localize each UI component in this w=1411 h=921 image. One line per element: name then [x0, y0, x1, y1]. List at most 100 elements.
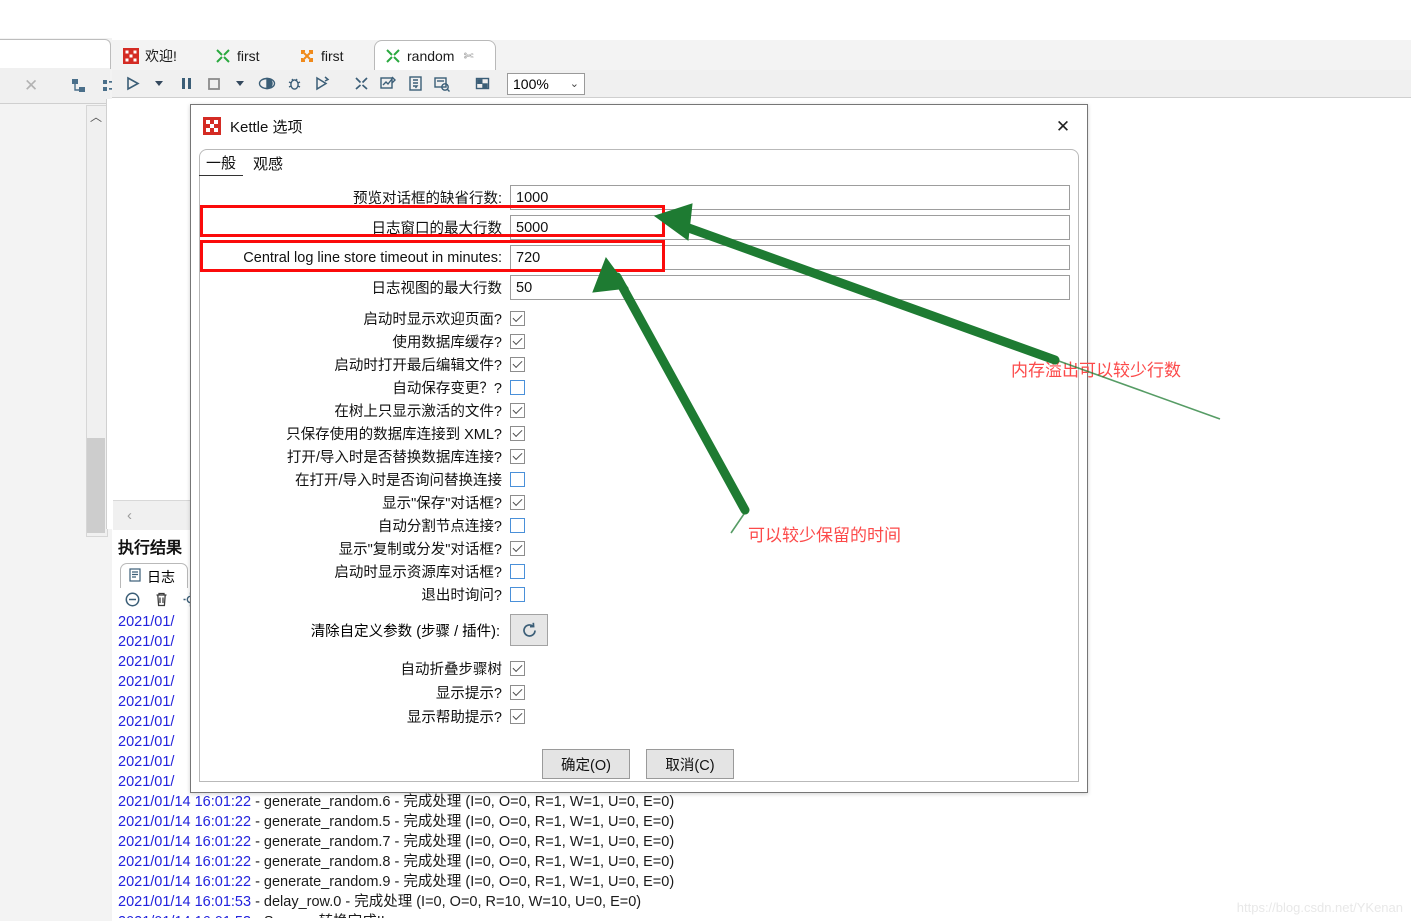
left-panel-toolbar: ✕	[0, 68, 120, 104]
checkbox-auto-save-changes[interactable]	[510, 380, 525, 395]
checkbox-row: 启动时打开最后编辑文件?	[200, 353, 1078, 376]
replay-button[interactable]	[309, 73, 333, 95]
zoom-select[interactable]: 100% ⌄	[507, 72, 585, 95]
window-top-strip	[0, 0, 1411, 39]
checkbox-replace-db-connections-on-open[interactable]	[510, 449, 525, 464]
kettle-logo-icon	[203, 117, 221, 135]
checkbox-label: 启动时打开最后编辑文件?	[334, 358, 502, 374]
checkbox-row: 显示帮助提示?	[200, 705, 1078, 728]
field-label: 日志视图的最大行数	[371, 281, 503, 297]
transformation-icon	[215, 48, 231, 64]
checkbox-auto-collapse-step-tree[interactable]	[510, 661, 525, 676]
annotation-memory-overflow: 内存溢出可以较少行数	[1011, 361, 1181, 380]
log-line: 2021/01/14 16:01:22 - generate_random.6 …	[118, 794, 675, 810]
dialog-body: 预览对话框的缺省行数: 1000 日志窗口的最大行数 5000 Central …	[199, 176, 1079, 782]
checkbox-label: 显示"复制或分发"对话框?	[338, 542, 502, 558]
clear-log-button[interactable]	[124, 591, 141, 611]
checkbox-row: 显示提示?	[200, 681, 1078, 704]
checkbox-label: 退出时询问?	[421, 588, 502, 604]
reset-custom-parameters-label: 清除自定义参数 (步骤 / 插件):	[310, 623, 500, 640]
editor-tab-first-transformation[interactable]: first	[204, 40, 288, 70]
sql-button[interactable]	[403, 73, 427, 95]
checkbox-show-welcome-on-startup[interactable]	[510, 311, 525, 326]
debug-button[interactable]	[282, 73, 306, 95]
checkbox-row: 自动保存变更？?	[200, 376, 1078, 399]
checkbox-ask-on-exit[interactable]	[510, 587, 525, 602]
editor-tab-bar: 欢迎! first first random ✄	[112, 40, 1411, 71]
checkbox-label: 启动时显示欢迎页面?	[363, 312, 502, 328]
run-dropdown-caret[interactable]	[147, 73, 171, 95]
checkbox-label: 显示提示?	[435, 686, 502, 702]
close-icon[interactable]: ✕	[24, 76, 38, 96]
checkbox-ask-replace-connections-on-open[interactable]	[510, 472, 525, 487]
stop-button[interactable]	[201, 73, 225, 95]
annotation-retention-time: 可以较少保留的时间	[748, 526, 901, 545]
stop-dropdown-caret[interactable]	[228, 73, 252, 95]
checkbox-row: 启动时显示资源库对话框?	[200, 560, 1078, 583]
field-label: 预览对话框的缺省行数:	[352, 191, 502, 207]
chevron-up-icon[interactable]: ︿	[86, 105, 106, 127]
checkbox-show-copy-or-distribute-dialog[interactable]	[510, 541, 525, 556]
tree-view-icon[interactable]	[70, 76, 88, 96]
close-icon[interactable]: ✕	[1053, 117, 1073, 137]
transformation-icon	[385, 48, 401, 64]
log-view-max-lines-input[interactable]: 50	[510, 275, 1070, 300]
checkbox-label: 自动分割节点连接?	[377, 519, 502, 535]
editor-tab-label: random	[407, 47, 455, 64]
field-label: Central log line store timeout in minute…	[243, 249, 502, 266]
checkbox-row: 在树上只显示激活的文件?	[200, 399, 1078, 422]
checkbox-row: 退出时询问?	[200, 583, 1078, 606]
run-button[interactable]	[120, 73, 144, 95]
checkbox-label: 只保存使用的数据库连接到 XML?	[286, 427, 502, 443]
editor-tab-label: first	[321, 47, 344, 64]
dialog-tab-general[interactable]: 一般	[199, 149, 243, 177]
checkbox-label: 在打开/导入时是否询问替换连接	[294, 473, 502, 489]
editor-tab-close-icon[interactable]: ✄	[463, 49, 473, 63]
refresh-icon[interactable]	[510, 614, 548, 646]
checkbox-label: 启动时显示资源库对话框?	[334, 565, 502, 581]
checkbox-use-database-cache[interactable]	[510, 334, 525, 349]
preview-button[interactable]	[255, 73, 279, 95]
pause-button[interactable]	[174, 73, 198, 95]
cancel-button[interactable]: 取消(C)	[646, 749, 734, 779]
editor-tab-welcome[interactable]: 欢迎!	[112, 40, 204, 70]
results-tab-log[interactable]: 日志	[120, 563, 188, 589]
analyze-button[interactable]	[376, 73, 400, 95]
checkbox-label: 显示帮助提示?	[406, 710, 502, 726]
editor-tab-random[interactable]: random ✄	[374, 40, 496, 70]
dialog-footer: 确定(O) 取消(C)	[191, 736, 1085, 792]
checkbox-show-save-dialog[interactable]	[510, 495, 525, 510]
inspect-button[interactable]	[430, 73, 454, 95]
checkbox-row: 只保存使用的数据库连接到 XML?	[200, 422, 1078, 445]
transformation-button[interactable]	[349, 73, 373, 95]
ok-button[interactable]: 确定(O)	[542, 749, 630, 779]
preview-default-rows-input[interactable]: 1000	[510, 185, 1070, 210]
job-icon	[299, 48, 315, 64]
log-line: 2021/01/14 16:01:22 - generate_random.8 …	[118, 854, 675, 870]
delete-log-button[interactable]	[153, 591, 170, 611]
checkbox-show-repository-dialog-on-startup[interactable]	[510, 564, 525, 579]
left-panel-scrollbar-thumb[interactable]	[87, 438, 105, 533]
checkbox-show-tips[interactable]	[510, 685, 525, 700]
dialog-tab-label: 观感	[252, 155, 283, 173]
checkbox-show-only-active-files-in-tree[interactable]	[510, 403, 525, 418]
left-panel-tab-area	[0, 39, 111, 69]
checkbox-row: 自动折叠步骤树	[200, 657, 1078, 680]
checkbox-auto-split-hops[interactable]	[510, 518, 525, 533]
chevron-left-icon[interactable]: ‹	[127, 507, 132, 524]
editor-tab-label: 欢迎!	[145, 47, 177, 64]
log-window-max-lines-input[interactable]: 5000	[510, 215, 1070, 240]
dialog-tab-appearance[interactable]: 观感	[245, 149, 291, 177]
field-row-log-view-max-lines: 日志视图的最大行数 50	[200, 274, 1078, 301]
checkbox-show-help-tooltips[interactable]	[510, 709, 525, 724]
checkbox-label: 在树上只显示激活的文件?	[334, 404, 502, 420]
checkbox-label: 自动折叠步骤树	[400, 662, 503, 678]
checkbox-save-used-connections-to-xml[interactable]	[510, 426, 525, 441]
editor-tab-first-job[interactable]: first	[288, 40, 374, 70]
checkbox-open-last-file-on-startup[interactable]	[510, 357, 525, 372]
checkbox-label: 显示"保存"对话框?	[382, 496, 502, 512]
checkbox-row: 使用数据库缓存?	[200, 330, 1078, 353]
dialog-tab-label: 一般	[205, 154, 236, 172]
central-log-timeout-input[interactable]: 720	[510, 245, 1070, 270]
layout-button[interactable]	[470, 73, 494, 95]
